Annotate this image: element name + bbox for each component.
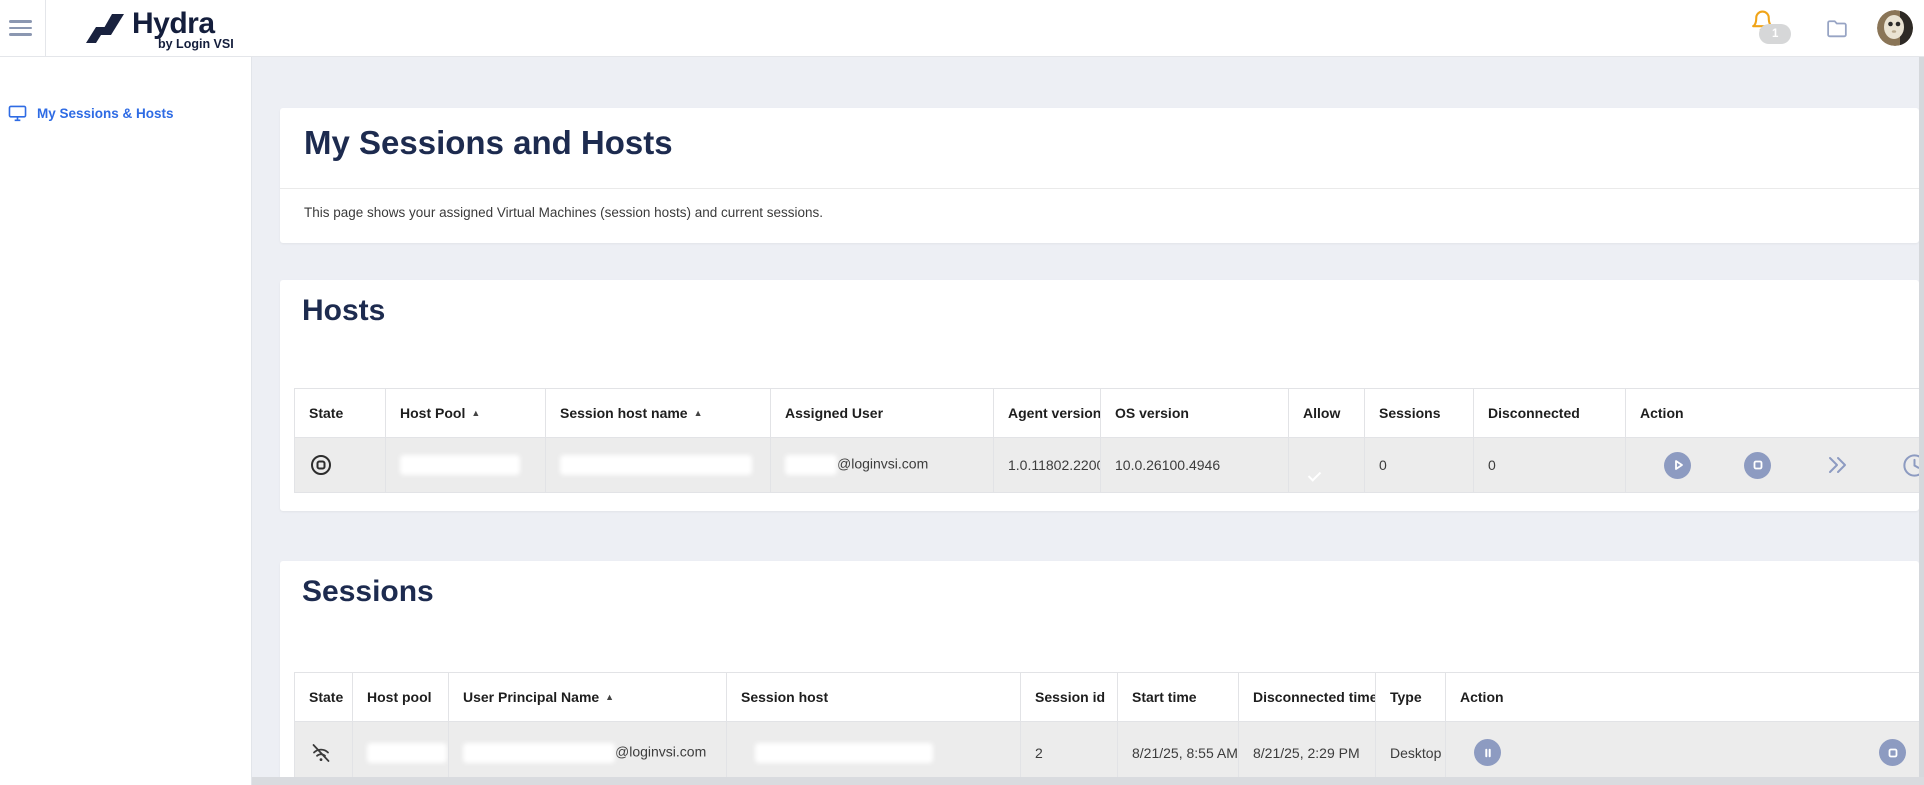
col-allow[interactable]: Allow bbox=[1289, 389, 1365, 438]
sort-ascending-icon: ▲ bbox=[471, 408, 480, 418]
col-os-version[interactable]: OS version bbox=[1101, 389, 1289, 438]
user-principal-suffix: @loginvsi.com bbox=[615, 743, 706, 759]
clock-icon bbox=[1901, 452, 1919, 479]
col-session-id[interactable]: Session id bbox=[1021, 673, 1118, 722]
pause-icon bbox=[1482, 747, 1494, 759]
redacted-value bbox=[560, 455, 752, 475]
sessions-card: Sessions State Host pool User Principal … bbox=[280, 561, 1919, 785]
page-description: This page shows your assigned Virtual Ma… bbox=[280, 189, 1919, 220]
host-action-cell bbox=[1626, 438, 1920, 493]
disconnected-icon bbox=[309, 741, 333, 765]
horizontal-scrollbar[interactable] bbox=[252, 777, 1924, 785]
redacted-value bbox=[400, 455, 520, 475]
logo-title: Hydra bbox=[132, 10, 234, 38]
col-assigned-user[interactable]: Assigned User bbox=[771, 389, 994, 438]
hosts-card: Hosts State Host Pool▲ Session host name… bbox=[280, 280, 1919, 511]
sessions-table: State Host pool User Principal Name▲ Ses… bbox=[294, 672, 1919, 784]
col-action: Action bbox=[1626, 389, 1920, 438]
stop-button[interactable] bbox=[1744, 452, 1771, 479]
col-session-host-name[interactable]: Session host name▲ bbox=[546, 389, 771, 438]
schedule-button[interactable] bbox=[1901, 452, 1919, 479]
col-disconnected-time[interactable]: Disconnected time bbox=[1239, 673, 1376, 722]
session-state-cell bbox=[295, 722, 353, 784]
connect-button[interactable] bbox=[1824, 453, 1848, 477]
col-host-pool[interactable]: Host Pool▲ bbox=[386, 389, 546, 438]
header-divider bbox=[45, 0, 46, 57]
session-host-cell bbox=[727, 722, 1021, 784]
col-user-principal-name[interactable]: User Principal Name▲ bbox=[449, 673, 727, 722]
redacted-value bbox=[463, 743, 615, 763]
redacted-value bbox=[785, 455, 837, 475]
sidebar-item-label: My Sessions & Hosts bbox=[37, 106, 174, 121]
sort-ascending-icon: ▲ bbox=[694, 408, 703, 418]
start-button[interactable] bbox=[1664, 452, 1691, 479]
hydra-logo: Hydra by Login VSI bbox=[82, 10, 234, 53]
host-row: @loginvsi.com 1.0.11802.2200 10.0.26100.… bbox=[295, 438, 1920, 493]
stop-button[interactable] bbox=[1879, 739, 1906, 766]
hamburger-icon bbox=[9, 20, 32, 22]
host-pool-cell bbox=[353, 722, 449, 784]
notifications-button[interactable]: 1 bbox=[1750, 0, 1776, 57]
sidebar-item-my-sessions-hosts[interactable]: My Sessions & Hosts bbox=[0, 105, 251, 122]
user-avatar[interactable] bbox=[1877, 10, 1913, 46]
notification-badge: 1 bbox=[1759, 24, 1791, 44]
hosts-table: State Host Pool▲ Session host name▲ Assi… bbox=[294, 388, 1919, 493]
files-button[interactable] bbox=[1824, 16, 1851, 41]
session-row: @loginvsi.com 2 8/21/25, 8:55 AM 8/21/25… bbox=[295, 722, 1920, 784]
allow-cell bbox=[1289, 438, 1365, 493]
stop-icon bbox=[1887, 747, 1899, 759]
assigned-user-cell: @loginvsi.com bbox=[771, 438, 994, 493]
col-host-pool[interactable]: Host pool bbox=[353, 673, 449, 722]
menu-button[interactable] bbox=[0, 0, 45, 57]
logo-subtitle: by Login VSI bbox=[158, 37, 234, 51]
type-cell: Desktop bbox=[1376, 722, 1446, 784]
col-state: State bbox=[295, 389, 386, 438]
stop-icon bbox=[1752, 459, 1764, 471]
sessions-title: Sessions bbox=[280, 561, 1919, 609]
host-pool-cell bbox=[386, 438, 546, 493]
double-chevron-right-icon bbox=[1824, 453, 1848, 477]
col-action: Action bbox=[1446, 673, 1920, 722]
col-sessions[interactable]: Sessions bbox=[1365, 389, 1474, 438]
col-start-time[interactable]: Start time bbox=[1118, 673, 1239, 722]
hosts-header-row: State Host Pool▲ Session host name▲ Assi… bbox=[295, 389, 1920, 438]
sidebar: My Sessions & Hosts bbox=[0, 57, 252, 785]
pause-button[interactable] bbox=[1474, 739, 1501, 766]
stop-circle-icon bbox=[309, 453, 333, 477]
sessions-count-cell: 0 bbox=[1365, 438, 1474, 493]
redacted-value bbox=[755, 743, 933, 763]
assigned-user-suffix: @loginvsi.com bbox=[837, 456, 928, 472]
hosts-title: Hosts bbox=[280, 280, 1919, 328]
intro-card: My Sessions and Hosts This page shows yo… bbox=[280, 108, 1919, 243]
session-action-cell bbox=[1446, 722, 1920, 784]
col-agent-version[interactable]: Agent version bbox=[994, 389, 1101, 438]
hydra-logo-mark-icon bbox=[82, 12, 128, 53]
page-title: My Sessions and Hosts bbox=[280, 108, 1919, 162]
session-id-cell: 2 bbox=[1021, 722, 1118, 784]
disconnected-count-cell: 0 bbox=[1474, 438, 1626, 493]
agent-version-cell: 1.0.11802.2200 bbox=[994, 438, 1101, 493]
sort-ascending-icon: ▲ bbox=[605, 692, 614, 702]
vertical-scrollbar[interactable] bbox=[1919, 57, 1924, 785]
redacted-value bbox=[367, 743, 447, 763]
main-content: My Sessions and Hosts This page shows yo… bbox=[252, 57, 1924, 785]
play-icon bbox=[1672, 459, 1684, 471]
folder-icon bbox=[1824, 16, 1851, 41]
top-header: Hydra by Login VSI 1 bbox=[0, 0, 1924, 57]
monitor-icon bbox=[8, 105, 27, 122]
col-state: State bbox=[295, 673, 353, 722]
user-principal-name-cell: @loginvsi.com bbox=[449, 722, 727, 784]
os-version-cell: 10.0.26100.4946 bbox=[1101, 438, 1289, 493]
col-disconnected[interactable]: Disconnected bbox=[1474, 389, 1626, 438]
start-time-cell: 8/21/25, 8:55 AM bbox=[1118, 722, 1239, 784]
sessions-header-row: State Host pool User Principal Name▲ Ses… bbox=[295, 673, 1920, 722]
session-host-name-cell bbox=[546, 438, 771, 493]
col-type[interactable]: Type bbox=[1376, 673, 1446, 722]
disconnected-time-cell: 8/21/25, 2:29 PM bbox=[1239, 722, 1376, 784]
col-session-host[interactable]: Session host bbox=[727, 673, 1021, 722]
host-state-cell bbox=[295, 438, 386, 493]
